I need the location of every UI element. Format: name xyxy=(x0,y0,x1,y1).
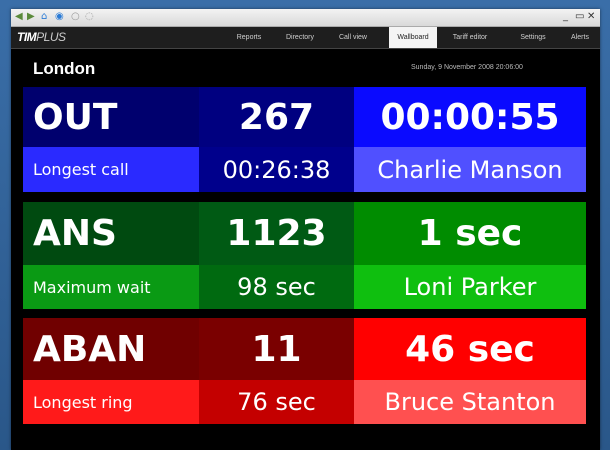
browser-toolbar: ◀ ▶ ⌂ ◉ ○ ◌ _ ▭ ✕ xyxy=(11,9,600,27)
browser-icon[interactable]: ◉ xyxy=(55,11,64,23)
maximize-icon[interactable]: ▭ xyxy=(575,11,584,23)
panel-ans-count: 1123 xyxy=(199,202,354,265)
panel-out-sublabel: Longest call xyxy=(23,147,199,192)
panel-aban-person: Bruce Stanton xyxy=(354,380,586,424)
nav-wallboard[interactable]: Wallboard xyxy=(389,27,437,48)
panel-out-code: OUT xyxy=(23,87,199,147)
panel-aban-stat: 46 sec xyxy=(354,318,586,380)
minimize-icon[interactable]: _ xyxy=(563,11,568,23)
panel-ans-person: Loni Parker xyxy=(354,265,586,309)
home-icon[interactable]: ⌂ xyxy=(41,11,47,23)
panel-ans-code: ANS xyxy=(23,202,199,265)
panel-aban-code: ABAN xyxy=(23,318,199,380)
nav-tariff-editor[interactable]: Tariff editor xyxy=(443,27,497,48)
location-title: London xyxy=(33,59,96,78)
nav-reports[interactable]: Reports xyxy=(229,27,269,48)
nav-alerts[interactable]: Alerts xyxy=(565,27,595,48)
panel-ans-sublabel: Maximum wait xyxy=(23,265,199,309)
panel-out-person: Charlie Manson xyxy=(354,147,586,192)
panel-ans-subvalue: 98 sec xyxy=(199,265,354,309)
nav-directory[interactable]: Directory xyxy=(279,27,321,48)
panel-out-count: 267 xyxy=(199,87,354,147)
timplus-logo: TIMPLUS xyxy=(17,30,66,44)
panel-aban-count: 11 xyxy=(199,318,354,380)
panel-ans-stat: 1 sec xyxy=(354,202,586,265)
panel-out-stat: 00:00:55 xyxy=(354,87,586,147)
panel-out-subvalue: 00:26:38 xyxy=(199,147,354,192)
stop-icon[interactable]: ○ xyxy=(71,11,80,23)
forward-icon[interactable]: ▶ xyxy=(27,11,35,23)
panel-aban-sublabel: Longest ring xyxy=(23,380,199,424)
back-icon[interactable]: ◀ xyxy=(15,11,23,23)
nav-settings[interactable]: Settings xyxy=(511,27,555,48)
browser-window: ◀ ▶ ⌂ ◉ ○ ◌ _ ▭ ✕ TIMPLUS Reports Direct… xyxy=(11,9,600,450)
nav-call-view[interactable]: Call view xyxy=(333,27,373,48)
app-navbar: TIMPLUS Reports Directory Call view Wall… xyxy=(11,27,600,49)
panel-aban-subvalue: 76 sec xyxy=(199,380,354,424)
datetime-label: Sunday, 9 November 2008 20:06:00 xyxy=(411,64,523,71)
close-icon[interactable]: ✕ xyxy=(587,11,595,23)
refresh-icon[interactable]: ◌ xyxy=(85,11,94,23)
